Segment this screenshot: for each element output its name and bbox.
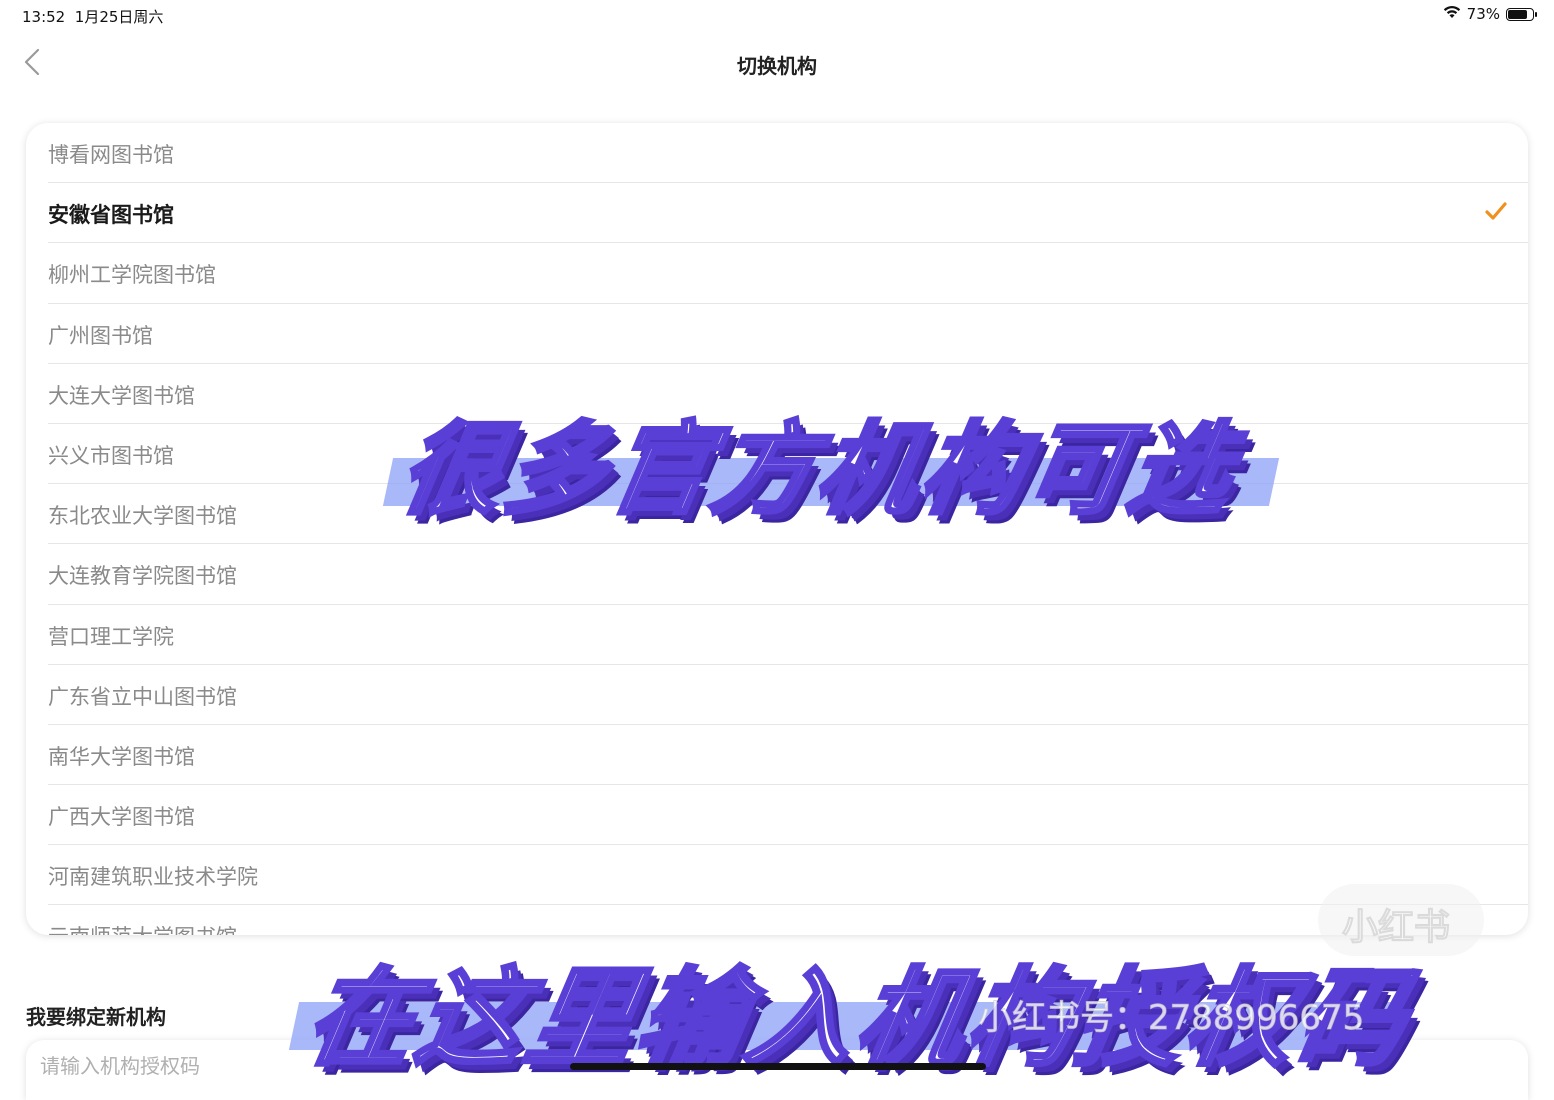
institution-name: 兴义市图书馆 (48, 443, 174, 468)
watermark-logo: 小红书 (1318, 884, 1484, 956)
status-time: 13:52 (22, 8, 66, 26)
institution-item[interactable]: 广西大学图书馆 (48, 785, 1528, 846)
institution-name: 广州图书馆 (48, 323, 153, 348)
page-title: 切换机构 (737, 54, 817, 78)
institution-item[interactable]: 云南师范大学图书馆 (48, 905, 1528, 935)
institution-name: 大连教育学院图书馆 (48, 564, 237, 589)
watermark-id: 小红书号：2788996675 (977, 998, 1365, 1039)
wifi-icon (1443, 5, 1461, 23)
status-time-date: 13:52 1月25日周六 (22, 6, 163, 27)
institution-item[interactable]: 广州图书馆 (48, 304, 1528, 364)
institution-item[interactable]: 大连教育学院图书馆 (48, 544, 1528, 605)
institution-name: 柳州工学院图书馆 (48, 263, 216, 288)
home-indicator[interactable] (570, 1063, 986, 1070)
battery-percent: 73% (1466, 5, 1500, 23)
overlay-caption-top: 很多官方机构可选 (390, 409, 1247, 530)
battery-icon (1506, 7, 1537, 21)
institution-name: 广东省立中山图书馆 (48, 684, 237, 709)
status-right: 73% (1443, 5, 1537, 23)
institution-item[interactable]: 柳州工学院图书馆 (48, 243, 1528, 304)
checkmark-icon (1485, 202, 1507, 220)
institution-item[interactable]: 广东省立中山图书馆 (48, 665, 1528, 725)
nav-bar: 切换机构 (0, 36, 1554, 92)
institution-item[interactable]: 安徽省图书馆 (48, 183, 1528, 244)
institution-name: 营口理工学院 (48, 624, 174, 649)
institution-name: 云南师范大学图书馆 (48, 921, 237, 935)
institution-name: 广西大学图书馆 (48, 805, 195, 830)
institution-name: 安徽省图书馆 (48, 203, 174, 228)
institution-name: 博看网图书馆 (48, 143, 174, 167)
institution-item[interactable]: 营口理工学院 (48, 605, 1528, 665)
institution-item[interactable]: 南华大学图书馆 (48, 725, 1528, 786)
institution-name: 南华大学图书馆 (48, 744, 195, 769)
institution-name: 东北农业大学图书馆 (48, 504, 237, 529)
institution-item[interactable]: 河南建筑职业技术学院 (48, 845, 1528, 906)
institution-name: 河南建筑职业技术学院 (48, 865, 258, 890)
institution-name: 大连大学图书馆 (48, 383, 195, 408)
bind-section-title: 我要绑定新机构 (26, 1005, 166, 1029)
institution-item[interactable]: 博看网图书馆 (48, 123, 1528, 184)
status-bar: 13:52 1月25日周六 73% (0, 0, 1554, 32)
status-date: 1月25日周六 (74, 8, 164, 26)
